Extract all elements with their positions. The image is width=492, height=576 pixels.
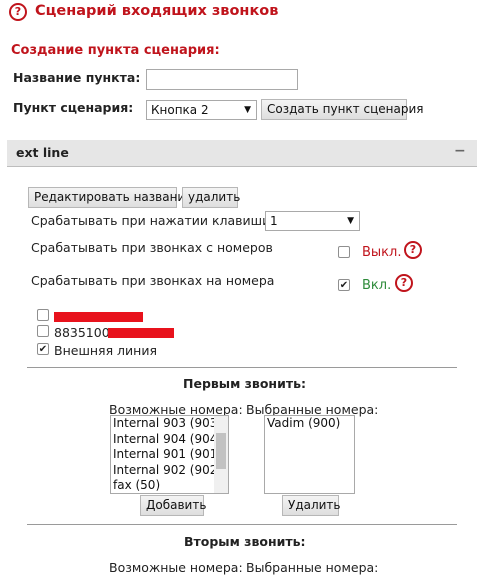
- divider: [27, 367, 457, 368]
- to-numbers-label: Срабатывать при звонках на номера: [31, 273, 275, 288]
- scenario-point-select[interactable]: Кнопка 2 ▼: [146, 100, 257, 120]
- chevron-down-icon: ▼: [244, 105, 251, 115]
- key-trigger-select[interactable]: 1 ▼: [265, 211, 360, 231]
- scenario-point-value: Кнопка 2: [151, 103, 209, 117]
- scenario-point-label: Пункт сценария:: [13, 100, 134, 115]
- scrollbar[interactable]: [214, 416, 228, 493]
- collapse-icon[interactable]: −: [454, 143, 466, 159]
- create-section-title: Создание пункта сценария:: [11, 43, 220, 58]
- key-trigger-label: Срабатывать при нажатии клавиши:: [31, 213, 275, 228]
- divider: [27, 524, 457, 525]
- number-label-2: 8835100: [54, 325, 110, 340]
- help-icon[interactable]: ?: [395, 274, 413, 292]
- page-title: Сценарий входящих звонков: [35, 3, 279, 19]
- from-numbers-checkbox[interactable]: [338, 246, 350, 258]
- first-call-title: Первым звонить:: [183, 376, 306, 391]
- to-numbers-status: Вкл.: [362, 278, 392, 293]
- scrollbar-thumb[interactable]: [216, 433, 226, 469]
- point-name-input[interactable]: [146, 69, 298, 90]
- point-name-label: Название пункта:: [13, 70, 141, 85]
- number-checkbox-3[interactable]: ✔: [37, 343, 49, 355]
- number-checkbox-1[interactable]: [37, 309, 49, 321]
- available-numbers-list[interactable]: Internal 903 (903) Internal 904 (904) In…: [110, 415, 229, 494]
- list-item[interactable]: Vadim (900): [265, 416, 354, 432]
- list-item[interactable]: Internal 904 (904): [111, 432, 228, 448]
- redacted-number: [54, 312, 143, 322]
- key-trigger-value: 1: [270, 214, 278, 228]
- selected-numbers-label: Выбранные номера:: [246, 560, 379, 575]
- from-numbers-label: Срабатывать при звонках с номеров: [31, 240, 273, 255]
- rename-button[interactable]: Редактировать название: [28, 187, 193, 208]
- chevron-down-icon: ▼: [347, 216, 354, 226]
- add-number-button[interactable]: Добавить: [140, 495, 206, 516]
- list-item[interactable]: Internal 901 (901): [111, 447, 228, 463]
- panel-header[interactable]: ext line −: [7, 140, 477, 167]
- available-numbers-label: Возможные номера:: [109, 560, 243, 575]
- list-item[interactable]: fax (50): [111, 478, 228, 493]
- redacted-number: [108, 328, 174, 338]
- delete-button[interactable]: удалить: [182, 187, 240, 208]
- create-point-button[interactable]: Создать пункт сценария: [261, 99, 423, 120]
- list-item[interactable]: Internal 903 (903): [111, 416, 228, 432]
- remove-number-button[interactable]: Удалить: [282, 495, 341, 516]
- second-call-title: Вторым звонить:: [184, 534, 306, 549]
- panel-title: ext line: [16, 145, 69, 160]
- help-icon[interactable]: ?: [9, 3, 27, 21]
- list-item[interactable]: Internal 902 (902): [111, 463, 228, 479]
- number-checkbox-2[interactable]: [37, 325, 49, 337]
- help-icon[interactable]: ?: [404, 241, 422, 259]
- from-numbers-status: Выкл.: [362, 245, 402, 260]
- to-numbers-checkbox[interactable]: ✔: [338, 279, 350, 291]
- selected-numbers-list[interactable]: Vadim (900): [264, 415, 355, 494]
- number-label-3: Внешняя линия: [54, 343, 157, 358]
